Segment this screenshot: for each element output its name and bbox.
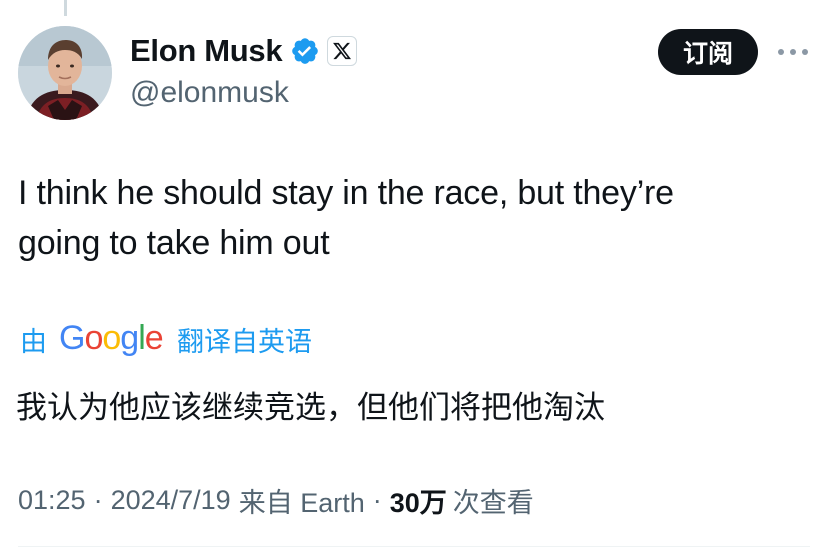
thread-connector-line bbox=[64, 0, 67, 16]
author-handle[interactable]: @elonmusk bbox=[130, 76, 357, 110]
translated-tweet-text: 我认为他应该继续竞选，但他们将把他淘汰 bbox=[16, 390, 605, 425]
translation-suffix: 翻译自英语 bbox=[177, 326, 312, 357]
divider bbox=[18, 546, 810, 547]
tweet-metadata: 01:25 · 2024/7/19 来自 Earth · 30万 次查看 bbox=[18, 478, 534, 522]
subscribe-button[interactable]: 订阅 bbox=[658, 29, 758, 75]
avatar-image bbox=[18, 26, 112, 120]
tweet-text-line: I think he should stay in the race, but … bbox=[18, 174, 674, 212]
views-label: 次查看 bbox=[452, 487, 534, 518]
more-horizontal-icon[interactable] bbox=[778, 40, 808, 64]
more-dot bbox=[790, 49, 796, 55]
avatar[interactable] bbox=[18, 26, 112, 120]
tweet-source: 来自 Earth bbox=[238, 487, 365, 518]
author-name-row: Elon Musk bbox=[130, 28, 358, 74]
x-logo-icon[interactable] bbox=[327, 36, 358, 66]
verified-badge-icon[interactable] bbox=[290, 36, 320, 66]
svg-text:Google: Google bbox=[59, 321, 163, 357]
views-count[interactable]: 30万 bbox=[390, 481, 447, 520]
tweet-text-line: going to take him out bbox=[18, 224, 330, 262]
google-logo: Google bbox=[59, 321, 165, 357]
translation-attribution[interactable]: 由 Google 翻译自英语 bbox=[20, 318, 312, 360]
author-block: Elon Musk @elonmusk bbox=[130, 28, 358, 110]
tweet-time[interactable]: 01:25 bbox=[18, 485, 86, 516]
author-display-name[interactable]: Elon Musk bbox=[130, 33, 283, 69]
more-dot bbox=[802, 49, 808, 55]
tweet-date[interactable]: 2024/7/19 bbox=[111, 485, 231, 516]
meta-separator: · bbox=[93, 484, 103, 515]
translation-prefix: 由 bbox=[20, 326, 47, 357]
meta-separator: · bbox=[372, 484, 382, 515]
more-dot bbox=[778, 49, 784, 55]
tweet-text: I think he should stay in the race, but … bbox=[18, 168, 808, 268]
